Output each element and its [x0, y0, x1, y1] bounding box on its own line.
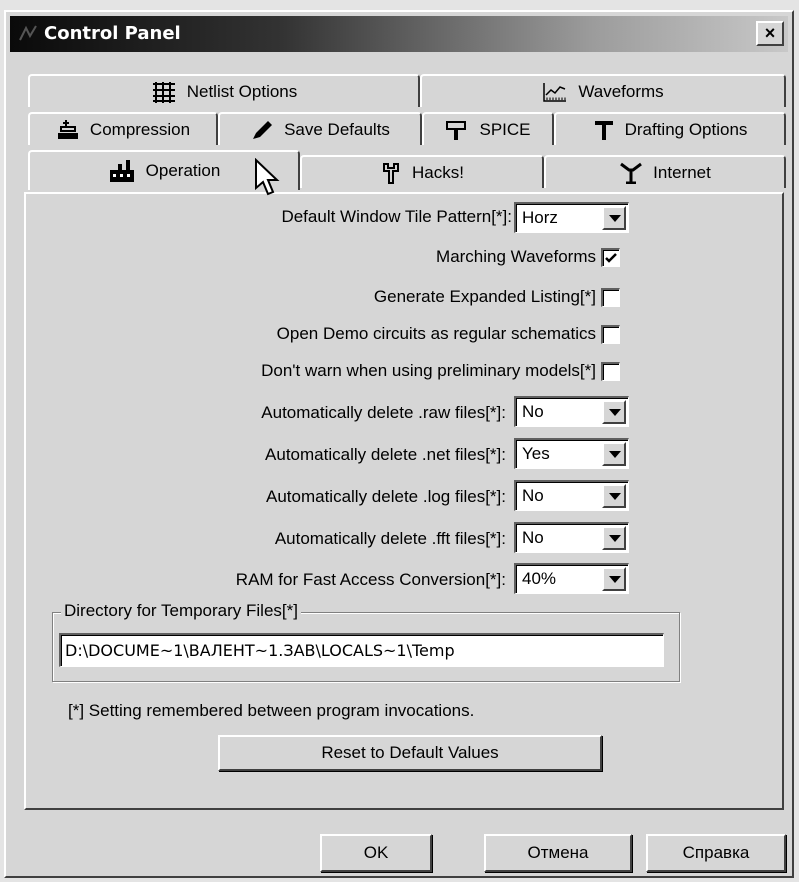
ram-row: RAM for Fast Access Conversion[*]:	[236, 565, 506, 595]
chevron-down-icon[interactable]	[602, 206, 626, 230]
app-icon	[19, 25, 37, 41]
delete-raw-select[interactable]: No	[514, 396, 629, 427]
delete-raw-value: No	[522, 402, 544, 421]
chevron-down-icon[interactable]	[602, 526, 626, 550]
temp-dir-label: Directory for Temporary Files[*]	[61, 601, 301, 621]
delete-log-value: No	[522, 486, 544, 505]
chevron-down-icon[interactable]	[602, 484, 626, 508]
delete-net-select[interactable]: Yes	[514, 438, 629, 469]
tab-label: Compression	[89, 119, 191, 139]
tab-label: Waveforms	[578, 81, 664, 101]
compression-icon	[57, 119, 78, 139]
checkmark-icon	[605, 252, 617, 263]
tab-hacks[interactable]: Hacks!	[300, 155, 544, 188]
marching-waveforms-checkbox[interactable]	[601, 247, 620, 267]
expanded-listing-label: Generate Expanded Listing[*]	[373, 287, 596, 306]
delete-raw-row: Automatically delete .raw files[*]:	[261, 398, 506, 428]
dont-warn-label: Don't warn when using preliminary models…	[261, 361, 596, 380]
delete-net-row: Automatically delete .net files[*]:	[265, 440, 506, 470]
tab-save-defaults[interactable]: Save Defaults	[218, 112, 422, 145]
delete-net-label: Automatically delete .net files[*]:	[265, 445, 506, 464]
delete-log-label: Automatically delete .log files[*]:	[265, 487, 506, 506]
tile-pattern-row: Default Window Tile Pattern[*]:	[281, 202, 512, 232]
tab-label: Save Defaults	[284, 119, 390, 139]
waveform-icon	[543, 82, 567, 102]
chevron-down-icon[interactable]	[602, 400, 626, 424]
control-panel-window: Control Panel × Netlist Options Waveform…	[4, 10, 794, 878]
ok-button[interactable]: OK	[320, 834, 432, 872]
close-button[interactable]: ×	[756, 21, 784, 46]
drafting-icon	[594, 120, 613, 140]
delete-fft-row: Automatically delete .fft files[*]:	[275, 524, 506, 554]
ram-value: 40%	[522, 569, 557, 588]
tab-label: Drafting Options	[624, 119, 748, 139]
temp-dir-group: Directory for Temporary Files[*] D:\DOCU…	[52, 601, 680, 682]
tile-pattern-select[interactable]: Horz	[514, 202, 629, 233]
chevron-down-icon[interactable]	[602, 567, 626, 591]
delete-log-select[interactable]: No	[514, 480, 629, 511]
expanded-listing-row: Generate Expanded Listing[*]	[374, 282, 620, 312]
open-demo-checkbox[interactable]	[601, 324, 620, 344]
tab-compression[interactable]: Compression	[28, 112, 218, 145]
ram-select[interactable]: 40%	[514, 563, 629, 594]
tab-internet[interactable]: Internet	[544, 155, 786, 188]
open-demo-label: Open Demo circuits as regular schematics	[276, 324, 596, 343]
internet-icon	[620, 162, 643, 184]
marching-waveforms-label: Marching Waveforms	[436, 247, 596, 266]
grid-icon	[152, 81, 175, 103]
marching-waveforms-row: Marching Waveforms	[436, 242, 620, 272]
tab-label: Hacks!	[412, 162, 464, 182]
settings-note: [*] Setting remembered between program i…	[68, 701, 475, 720]
tile-pattern-value: Horz	[522, 208, 558, 227]
tab-label: Netlist Options	[186, 81, 298, 101]
delete-fft-label: Automatically delete .fft files[*]:	[274, 529, 506, 548]
delete-log-row: Automatically delete .log files[*]:	[266, 482, 506, 512]
tab-label: Operation	[145, 161, 221, 180]
ram-label: RAM for Fast Access Conversion[*]:	[235, 570, 506, 589]
wrench-icon	[383, 162, 400, 184]
open-demo-row: Open Demo circuits as regular schematics	[277, 319, 620, 349]
delete-fft-select[interactable]: No	[514, 522, 629, 553]
delete-net-value: Yes	[522, 444, 550, 463]
help-button[interactable]: Справка	[646, 834, 786, 872]
cancel-button[interactable]: Отмена	[484, 834, 632, 872]
tab-spice[interactable]: SPICE	[422, 112, 554, 145]
chevron-down-icon[interactable]	[602, 442, 626, 466]
temp-dir-input[interactable]: D:\DOCUME~1\ВАЛЕНТ~1.ЗАВ\LOCALS~1\Temp	[59, 633, 664, 667]
tab-label: Internet	[653, 162, 711, 182]
dont-warn-row: Don't warn when using preliminary models…	[261, 356, 620, 386]
dont-warn-checkbox[interactable]	[601, 361, 620, 381]
factory-icon	[109, 160, 134, 182]
mouse-cursor-icon	[255, 158, 280, 196]
reset-defaults-button[interactable]: Reset to Default Values	[218, 735, 602, 771]
tab-drafting-options[interactable]: Drafting Options	[554, 112, 786, 145]
window-title: Control Panel	[44, 23, 181, 44]
tile-pattern-label: Default Window Tile Pattern[*]:	[281, 207, 512, 226]
hammer-icon	[446, 120, 467, 140]
delete-raw-label: Automatically delete .raw files[*]:	[261, 403, 506, 422]
pen-icon	[253, 120, 273, 139]
tab-label: SPICE	[479, 119, 531, 139]
expanded-listing-checkbox[interactable]	[601, 287, 620, 307]
title-bar[interactable]: Control Panel ×	[10, 16, 788, 52]
tab-netlist-options[interactable]: Netlist Options	[28, 74, 420, 107]
delete-fft-value: No	[522, 528, 544, 547]
tab-waveforms[interactable]: Waveforms	[420, 74, 786, 107]
